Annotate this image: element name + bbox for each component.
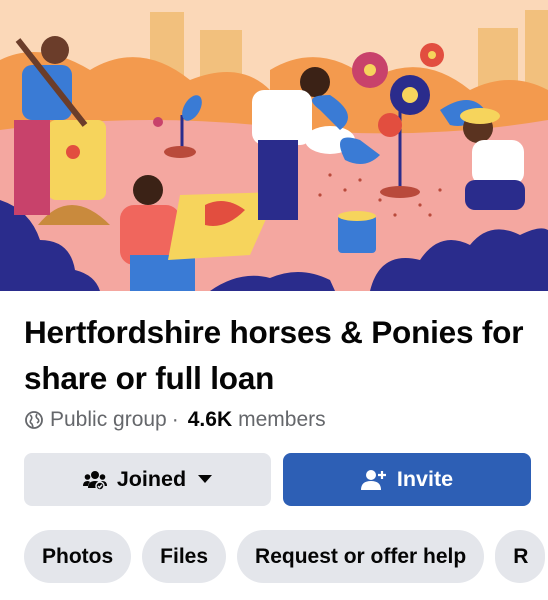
group-title: Hertfordshire horses & Ponies for share … — [24, 314, 524, 396]
tab-more-partial[interactable]: R — [495, 530, 546, 583]
group-people-icon — [82, 469, 107, 491]
tab-files[interactable]: Files — [142, 530, 227, 583]
group-tabs: Photos Files Request or offer help R — [24, 530, 546, 583]
add-person-icon — [360, 469, 387, 491]
member-count[interactable]: 4.6K — [188, 408, 232, 432]
joined-button[interactable]: Joined — [24, 453, 271, 506]
invite-label: Invite — [396, 467, 454, 491]
group-meta: Public group · 4.6K members — [24, 405, 326, 435]
members-label[interactable]: members — [238, 408, 326, 432]
meta-separator: · — [171, 408, 179, 431]
privacy-label: Public group — [50, 408, 167, 431]
tab-request-or-offer-help[interactable]: Request or offer help — [237, 530, 485, 583]
caret-down-icon — [198, 475, 213, 484]
cover-illustration — [0, 0, 548, 291]
invite-button[interactable]: Invite — [283, 453, 531, 506]
globe-icon — [24, 410, 44, 430]
group-cover-photo[interactable] — [0, 0, 548, 291]
joined-label: Joined — [116, 467, 187, 491]
tab-photos[interactable]: Photos — [24, 530, 132, 583]
